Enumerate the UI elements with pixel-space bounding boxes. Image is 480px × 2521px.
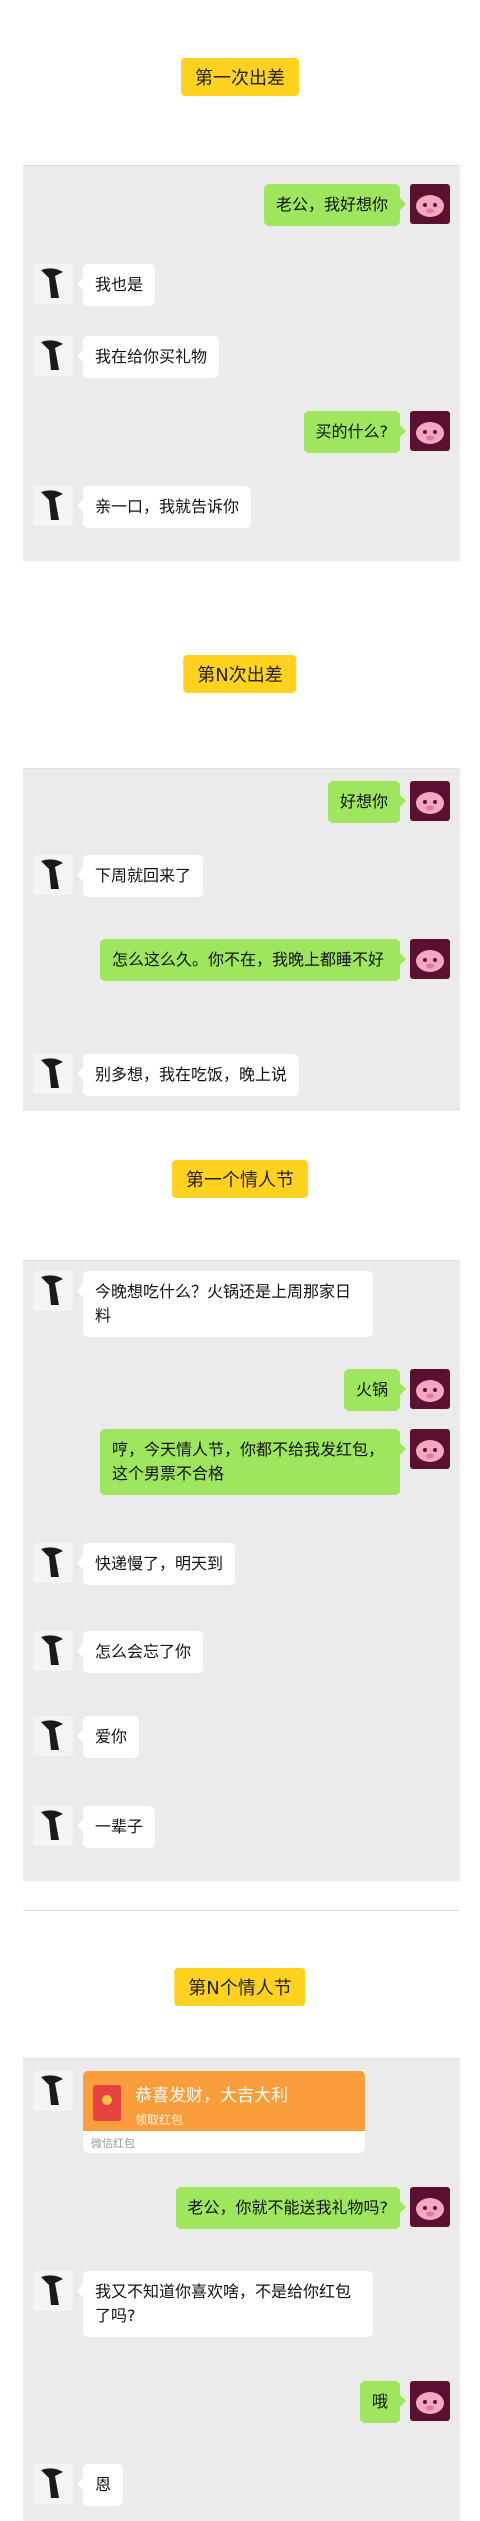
incoming-avatar[interactable] [33,1806,73,1846]
section-title-3: 第一个情人节 [172,1160,308,1198]
message-incoming[interactable]: 快递慢了，明天到 [76,1543,236,1585]
message-incoming[interactable]: 别多想，我在吃饭，晚上说 [76,1054,300,1096]
section-title-2: 第N次出差 [183,655,297,693]
outgoing-avatar[interactable] [410,411,450,451]
message-outgoing[interactable]: 好想你 [327,781,407,823]
chat-panel-1: 老公，我好想你 我也是 我在给你买礼物 买的什么? 亲一口，我就告诉你 [23,165,460,561]
red-packet-subtitle: 领取红包 [135,2113,184,2127]
message-outgoing[interactable]: 买的什么? [303,411,406,453]
incoming-avatar[interactable] [33,1054,73,1094]
incoming-avatar[interactable] [33,1543,73,1583]
message-incoming[interactable]: 一辈子 [76,1806,156,1848]
outgoing-avatar[interactable] [410,2187,450,2227]
message-outgoing[interactable]: 哼，今天情人节，你都不给我发红包，这个男票不合格 [100,1429,406,1495]
section-title-4: 第N个情人节 [174,1968,306,2006]
chat-panel-3: 今晚想吃什么？火锅还是上周那家日料 火锅 哼，今天情人节，你都不给我发红包，这个… [23,1260,460,1881]
message-incoming[interactable]: 亲一口，我就告诉你 [76,486,252,528]
red-packet-message[interactable]: 恭喜发财，大吉大利 领取红包 微信红包 [83,2071,365,2153]
message-outgoing[interactable]: 怎么这么久。你不在，我晚上都睡不好 [100,939,406,981]
incoming-avatar[interactable] [33,1271,73,1311]
outgoing-avatar[interactable] [410,1369,450,1409]
red-packet-footer: 微信红包 [83,2131,365,2153]
message-incoming[interactable]: 怎么会忘了你 [76,1631,204,1673]
section-title-1: 第一次出差 [181,58,299,96]
message-incoming[interactable]: 下周就回来了 [76,855,204,897]
incoming-avatar[interactable] [33,336,73,376]
message-outgoing[interactable]: 老公，我好想你 [263,184,407,226]
message-incoming[interactable]: 我又不知道你喜欢啥，不是给你红包了吗? [77,2271,373,2337]
message-incoming[interactable]: 我也是 [76,264,156,306]
outgoing-avatar[interactable] [410,781,450,821]
message-outgoing[interactable]: 哦 [359,2381,407,2423]
outgoing-avatar[interactable] [410,1429,450,1469]
outgoing-avatar[interactable] [410,2381,450,2421]
message-outgoing[interactable]: 火锅 [343,1369,407,1411]
red-packet-title: 恭喜发财，大吉大利 [135,2086,288,2106]
incoming-avatar[interactable] [33,1716,73,1756]
message-outgoing[interactable]: 老公，你就不能送我礼物吗? [175,2187,406,2229]
message-incoming[interactable]: 爱你 [76,1716,140,1758]
outgoing-avatar[interactable] [410,184,450,224]
incoming-avatar[interactable] [33,2464,73,2504]
message-incoming[interactable]: 我在给你买礼物 [76,336,220,378]
red-packet-icon [93,2085,121,2121]
message-incoming[interactable]: 恩 [76,2464,124,2506]
incoming-avatar[interactable] [33,486,73,526]
chat-panel-4: 恭喜发财，大吉大利 领取红包 微信红包 老公，你就不能送我礼物吗? 我又不知道你… [23,2058,460,2521]
incoming-avatar[interactable] [33,1631,73,1671]
incoming-avatar[interactable] [33,2071,73,2111]
incoming-avatar[interactable] [33,855,73,895]
message-incoming[interactable]: 今晚想吃什么？火锅还是上周那家日料 [77,1271,373,1337]
red-packet-footer-label: 微信红包 [91,2137,135,2150]
divider [23,1910,460,1911]
outgoing-avatar[interactable] [410,939,450,979]
chat-panel-2: 好想你 下周就回来了 怎么这么久。你不在，我晚上都睡不好 别多想，我在吃饭，晚上… [23,768,460,1111]
incoming-avatar[interactable] [33,264,73,304]
incoming-avatar[interactable] [33,2271,73,2311]
